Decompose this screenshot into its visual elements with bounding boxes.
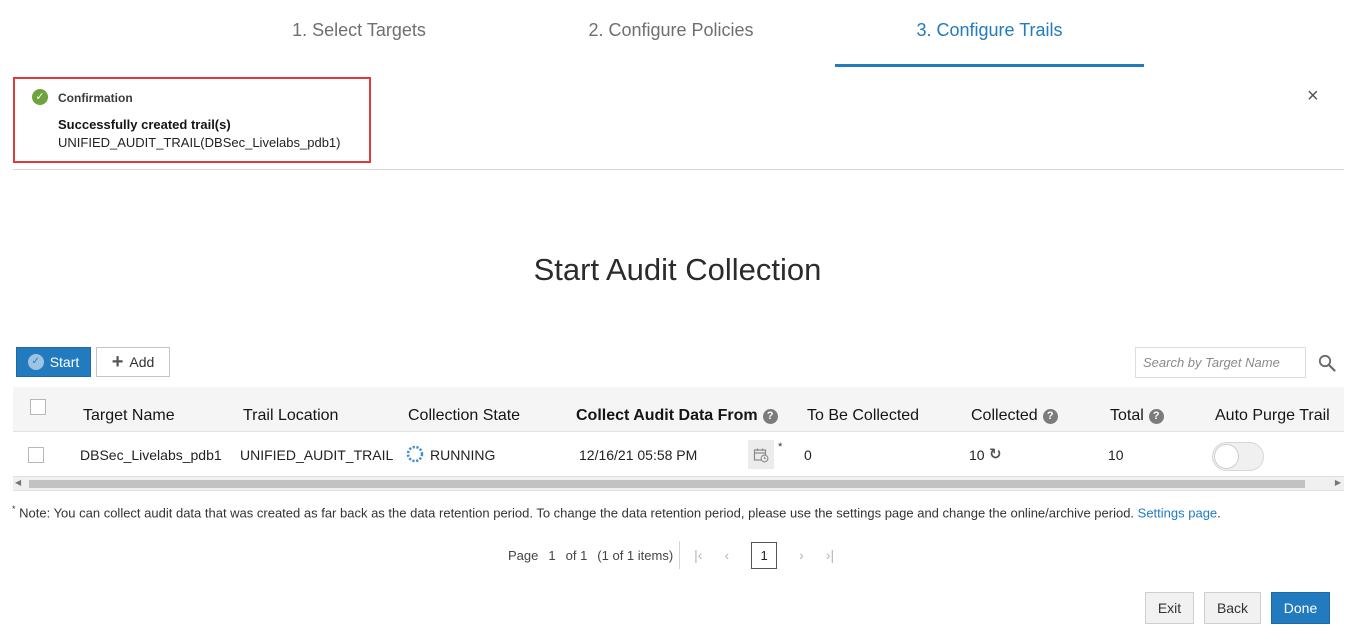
confirmation-text: Successfully created trail(s)	[58, 117, 231, 132]
done-button[interactable]: Done	[1271, 592, 1330, 624]
plus-icon: +	[111, 351, 124, 373]
refresh-icon[interactable]: ↻	[989, 445, 1002, 463]
note-suffix: .	[1217, 505, 1221, 521]
divider	[13, 169, 1344, 170]
trail-location-cell: UNIFIED_AUDIT_TRAIL	[240, 447, 394, 463]
table-row[interactable]: DBSec_Livelabs_pdb1 UNIFIED_AUDIT_TRAIL …	[13, 433, 1344, 476]
collected-cell: 10	[969, 447, 985, 463]
step-configure-policies[interactable]: 2. Configure Policies	[575, 20, 767, 41]
toggle-knob	[1214, 444, 1239, 469]
current-page[interactable]: 1	[548, 548, 555, 563]
calendar-button[interactable]	[748, 440, 774, 469]
column-label: Collection State	[408, 407, 521, 424]
back-button[interactable]: Back	[1204, 592, 1261, 624]
note-text: Note: You can collect audit data that wa…	[15, 505, 1138, 521]
add-button[interactable]: + Add	[96, 347, 170, 377]
search-input[interactable]	[1135, 347, 1306, 378]
last-page-icon[interactable]: ›|	[826, 547, 834, 563]
column-label: Auto Purge Trail	[1215, 407, 1330, 424]
page-count: of 1	[565, 547, 588, 563]
scroll-left-icon[interactable]: ◀	[15, 478, 21, 487]
page-title: Start Audit Collection	[533, 252, 822, 287]
settings-page-link[interactable]: Settings page	[1138, 505, 1218, 520]
column-label: Collect Audit Data From	[576, 407, 758, 424]
column-header-collection-state[interactable]: Collection State	[408, 407, 520, 425]
retention-note: * Note: You can collect audit data that …	[12, 504, 1221, 520]
help-icon[interactable]: ?	[762, 408, 778, 424]
column-label: Target Name	[83, 407, 175, 424]
column-header-total[interactable]: Total?	[1110, 407, 1164, 425]
table-header: Target Name Trail Location Collection St…	[13, 387, 1344, 432]
horizontal-scrollbar[interactable]: ◀ ▶	[13, 476, 1344, 491]
start-button-label: Start	[49, 354, 80, 370]
column-header-collected[interactable]: Collected?	[971, 407, 1058, 425]
column-label: Total	[1110, 407, 1144, 424]
page-label: Page	[508, 547, 539, 563]
item-count: (1 of 1 items)	[597, 547, 674, 563]
auto-purge-toggle[interactable]	[1212, 442, 1264, 471]
step-select-targets[interactable]: 1. Select Targets	[280, 20, 438, 41]
spinner-icon	[406, 445, 424, 463]
column-header-collect-audit-data-from[interactable]: Collect Audit Data From?	[576, 407, 778, 425]
to-be-collected-cell: 0	[804, 447, 812, 463]
column-header-to-be-collected[interactable]: To Be Collected	[807, 407, 919, 425]
active-step-indicator	[835, 64, 1144, 67]
confirmation-detail: UNIFIED_AUDIT_TRAIL(DBSec_Livelabs_pdb1)	[58, 135, 341, 150]
target-name-cell: DBSec_Livelabs_pdb1	[80, 447, 222, 463]
column-label: Collected	[971, 407, 1038, 424]
exit-button[interactable]: Exit	[1145, 592, 1194, 624]
previous-page-icon[interactable]: ‹	[724, 547, 729, 563]
select-all-checkbox[interactable]	[30, 399, 46, 415]
pager-divider	[679, 541, 681, 569]
help-icon[interactable]: ?	[1148, 408, 1164, 424]
pagination: Page 1 of 1 (1 of 1 items) |‹ ‹ 1 › ›|	[508, 541, 856, 569]
column-label: To Be Collected	[807, 407, 920, 424]
column-header-auto-purge-trail[interactable]: Auto Purge Trail	[1215, 407, 1330, 425]
row-checkbox[interactable]	[28, 447, 44, 463]
footnote-marker: *	[778, 441, 783, 453]
step-train: 1. Select Targets 2. Configure Policies …	[0, 0, 1355, 68]
column-label: Trail Location	[243, 407, 339, 424]
calendar-clock-icon	[753, 448, 769, 462]
next-page-icon[interactable]: ›	[799, 547, 804, 563]
help-icon[interactable]: ?	[1042, 408, 1058, 424]
step-configure-trails[interactable]: 3. Configure Trails	[835, 20, 1144, 41]
search-icon[interactable]	[1318, 354, 1336, 372]
total-cell: 10	[1108, 447, 1124, 463]
confirmation-message: ✓ Confirmation Successfully created trai…	[13, 77, 371, 163]
collect-from-cell: 12/16/21 05:58 PM	[579, 447, 698, 463]
scroll-right-icon[interactable]: ▶	[1335, 478, 1341, 487]
check-circle-icon: ✓	[27, 354, 44, 370]
column-header-trail-location[interactable]: Trail Location	[243, 407, 338, 425]
add-button-label: Add	[129, 354, 155, 370]
collection-state-cell: RUNNING	[430, 447, 496, 463]
first-page-icon[interactable]: |‹	[694, 547, 702, 563]
confirmation-title: Confirmation	[58, 91, 133, 105]
start-button[interactable]: ✓ Start	[16, 347, 91, 377]
scrollbar-thumb[interactable]	[29, 480, 1305, 488]
check-circle-icon: ✓	[32, 89, 48, 105]
column-header-target-name[interactable]: Target Name	[83, 407, 175, 425]
page-number-button[interactable]: 1	[751, 541, 778, 569]
close-icon[interactable]: ×	[1307, 86, 1319, 106]
